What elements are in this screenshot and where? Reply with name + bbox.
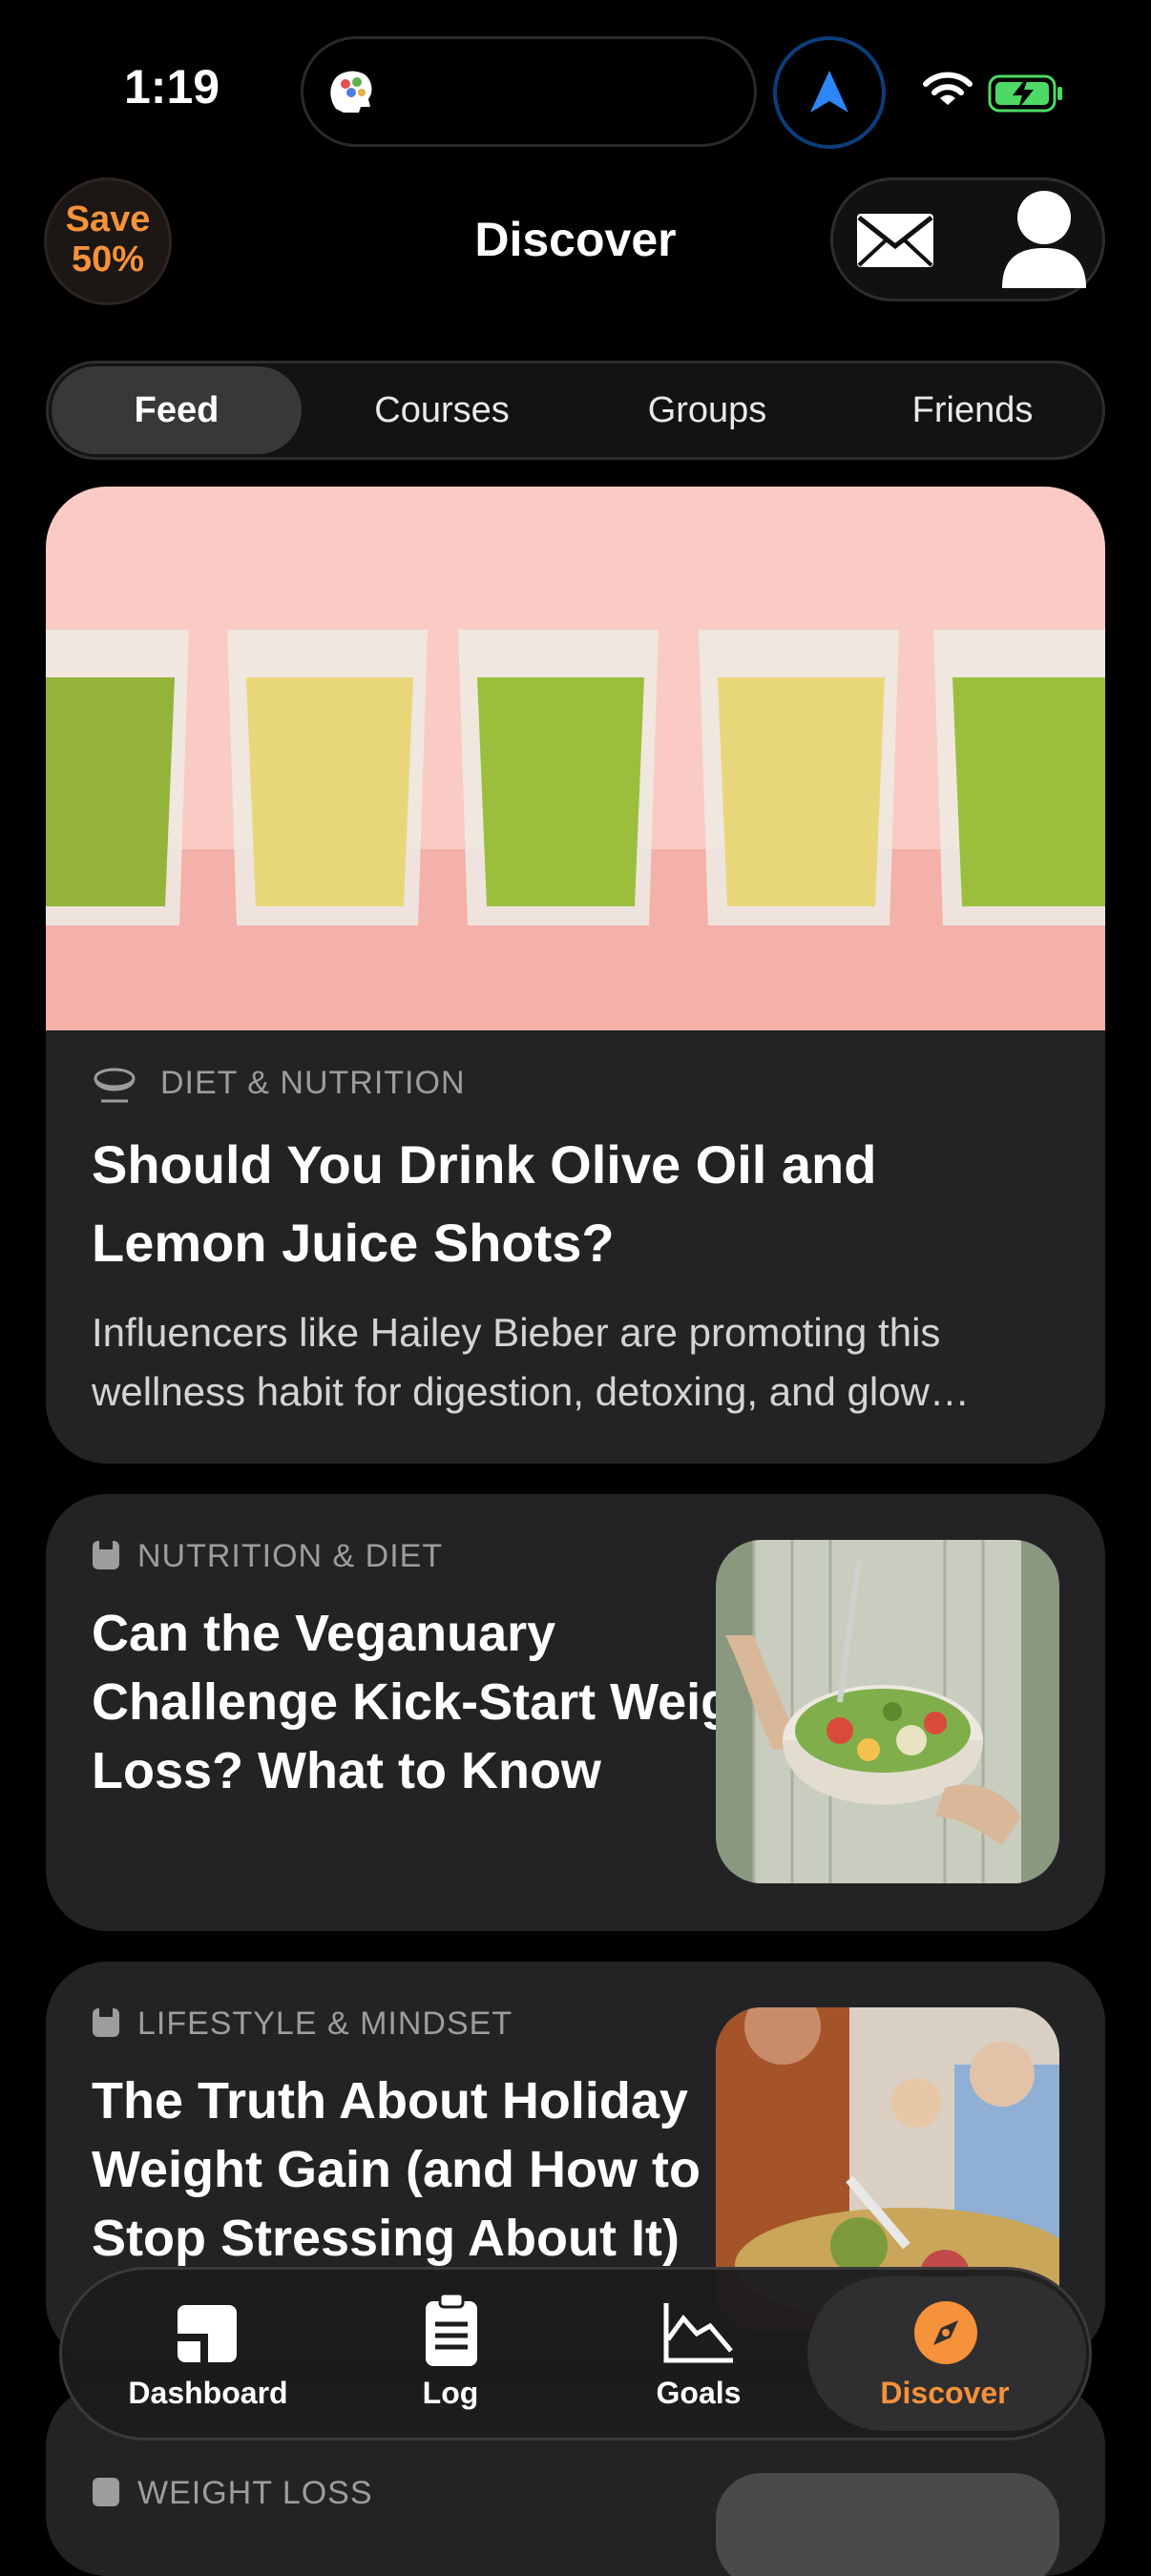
nav-dashboard[interactable]: Dashboard	[103, 2286, 313, 2420]
article-card[interactable]: NUTRITION & DIET Can the Veganuary Chall…	[46, 1494, 1105, 1931]
wifi-icon	[923, 72, 973, 105]
olive-oil-shots-image	[46, 487, 1105, 1030]
nav-log[interactable]: Log	[345, 2286, 555, 2420]
profile-icon[interactable]	[996, 189, 1092, 292]
article-category: LIFESTYLE & MINDSET	[137, 2005, 513, 2042]
nav-dashboard-label: Dashboard	[128, 2376, 288, 2410]
food-bowl-icon	[94, 1068, 136, 1103]
article-excerpt-line-2: wellness habit for digestion, detoxing, …	[92, 1369, 970, 1414]
clipboard-icon	[426, 2292, 477, 2366]
nav-log-label: Log	[422, 2376, 479, 2410]
featured-article-card[interactable]: DIET & NUTRITION Should You Drink Olive …	[46, 487, 1105, 1464]
nav-goals[interactable]: Goals	[594, 2286, 804, 2420]
chart-icon	[663, 2303, 733, 2363]
tab-groups[interactable]: Groups	[582, 366, 832, 454]
article-title-line-2: Lemon Juice Shots?	[92, 1213, 615, 1273]
article-category: WEIGHT LOSS	[137, 2475, 373, 2511]
article-title-line-3: Stop Stressing About It)	[92, 2210, 680, 2267]
category-icon	[93, 2478, 119, 2506]
tab-courses[interactable]: Courses	[317, 366, 567, 454]
category-icon	[93, 2008, 119, 2037]
article-thumbnail	[716, 2473, 1059, 2576]
compass-icon	[914, 2301, 977, 2364]
dashboard-icon	[178, 2305, 237, 2362]
mail-icon[interactable]	[855, 212, 935, 269]
battery-charging-icon	[988, 74, 1062, 113]
nav-goals-label: Goals	[656, 2376, 742, 2410]
article-title-line-2: Weight Gain (and How to	[92, 2141, 701, 2198]
article-title-line-1: Should You Drink Olive Oil and	[92, 1134, 877, 1195]
article-title-line-1: Can the Veganuary	[92, 1605, 556, 1662]
category-icon	[93, 1541, 119, 1569]
article-title-line-1: The Truth About Holiday	[92, 2072, 688, 2129]
article-category: NUTRITION & DIET	[137, 1538, 444, 1574]
article-title-line-3: Loss? What to Know	[92, 1742, 601, 1799]
brain-icon	[330, 71, 372, 113]
tab-friends[interactable]: Friends	[848, 366, 1098, 454]
tab-feed[interactable]: Feed	[52, 366, 302, 454]
nav-discover-label: Discover	[880, 2376, 1010, 2410]
vegan-bowl-image	[716, 1540, 1059, 1883]
status-time: 1:19	[124, 60, 220, 114]
article-category: DIET & NUTRITION	[160, 1065, 466, 1101]
article-excerpt-line-1: Influencers like Hailey Bieber are promo…	[92, 1310, 941, 1355]
article-title-line-2: Challenge Kick-Start Weight	[92, 1673, 782, 1731]
nav-discover[interactable]: Discover	[840, 2286, 1050, 2420]
location-arrow-icon	[810, 71, 848, 113]
